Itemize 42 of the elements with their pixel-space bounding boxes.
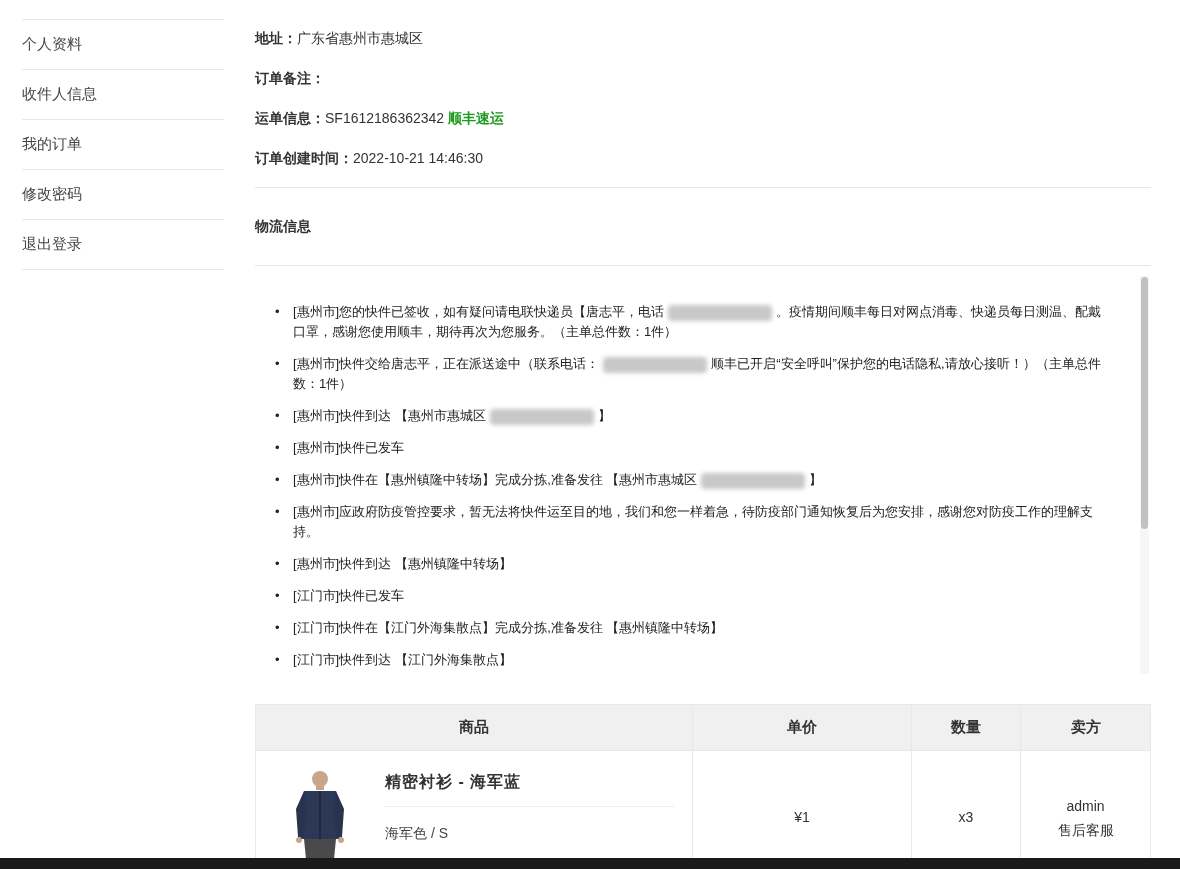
tracking-entry: [惠州市]快件已发车 <box>293 439 405 457</box>
section-title: 物流信息 <box>255 217 311 236</box>
column-header: 数量 <box>911 704 1021 751</box>
sidebar-item[interactable]: 我的订单 <box>22 133 82 156</box>
tracking-entry: [惠州市]快件到达 【惠州镇隆中转场】 <box>293 555 512 573</box>
support-link[interactable]: 售后客服 <box>1057 817 1114 842</box>
info-line: 订单备注： <box>255 69 326 88</box>
tracking-entry: [江门市]快件已发车 <box>293 587 405 605</box>
bullet: • <box>275 471 281 489</box>
bullet: • <box>275 619 281 637</box>
sidebar-item[interactable]: 个人资料 <box>22 33 82 56</box>
tracking-entry: [惠州市]快件在【惠州镇隆中转场】完成分拣,准备发往 【惠州市惠城区 】 <box>293 471 823 490</box>
bullet: • <box>275 555 281 573</box>
table-cell: ¥1 <box>794 809 810 825</box>
info-line: 订单创建时间：2022-10-21 14:46:30 <box>255 149 484 168</box>
bullet: • <box>275 355 281 373</box>
info-line: 地址：广东省惠州市惠城区 <box>255 29 424 48</box>
tracking-entry: [惠州市]快件到达 【惠州市惠城区 】 <box>293 407 611 426</box>
bullet: • <box>275 407 281 425</box>
bullet: • <box>275 303 281 321</box>
scrollbar[interactable] <box>1140 276 1149 674</box>
tracking-entry: [惠州市]应政府防疫管控要求，暂无法将快件运至目的地，我们和您一样着急，待防疫部门通知恢复后为您安排，感谢您对防疫工作的理解支持。 <box>293 503 1095 541</box>
bullet: • <box>275 587 281 605</box>
column-header: 卖方 <box>1020 704 1151 751</box>
tracking-entry: [惠州市]快件交给唐志平，正在派送途中（联系电话： 顺丰已开启“安全呼叫”保护您的电话隐私,请放心接听！）（主单总件数：1件） <box>293 355 1102 393</box>
tracking-entry: [惠州市]您的快件已签收，如有疑问请电联快递员【唐志平，电话 。疫情期间顺丰每日对网点消毒、快递员每日测温、配戴口罩，感谢您使用顺丰，期待再次为您服务。（主单总件数：1件） <box>293 303 1103 341</box>
table-cell: x3 <box>958 809 974 825</box>
bullet: • <box>275 439 281 457</box>
sidebar-item[interactable]: 修改密码 <box>22 183 82 206</box>
bullet: • <box>275 503 281 521</box>
column-header: 商品 <box>255 704 693 751</box>
product-variant: 海军色 / S <box>385 824 449 843</box>
info-line: 运单信息：SF1612186362342 顺丰速运 <box>255 109 505 128</box>
seller-name: admin <box>1066 796 1105 816</box>
scrollbar-thumb[interactable] <box>1141 277 1148 529</box>
sidebar-item[interactable]: 退出登录 <box>22 233 82 256</box>
sidebar-item[interactable]: 收件人信息 <box>22 83 97 106</box>
product-name[interactable]: 精密衬衫 - 海军蓝 <box>385 769 674 807</box>
column-header: 单价 <box>692 704 912 751</box>
tracking-entry: [江门市]快件在【江门外海集散点】完成分拣,准备发往 【惠州镇隆中转场】 <box>293 619 724 637</box>
bullet: • <box>275 651 281 669</box>
tracking-entry: [江门市]快件到达 【江门外海集散点】 <box>293 651 512 669</box>
